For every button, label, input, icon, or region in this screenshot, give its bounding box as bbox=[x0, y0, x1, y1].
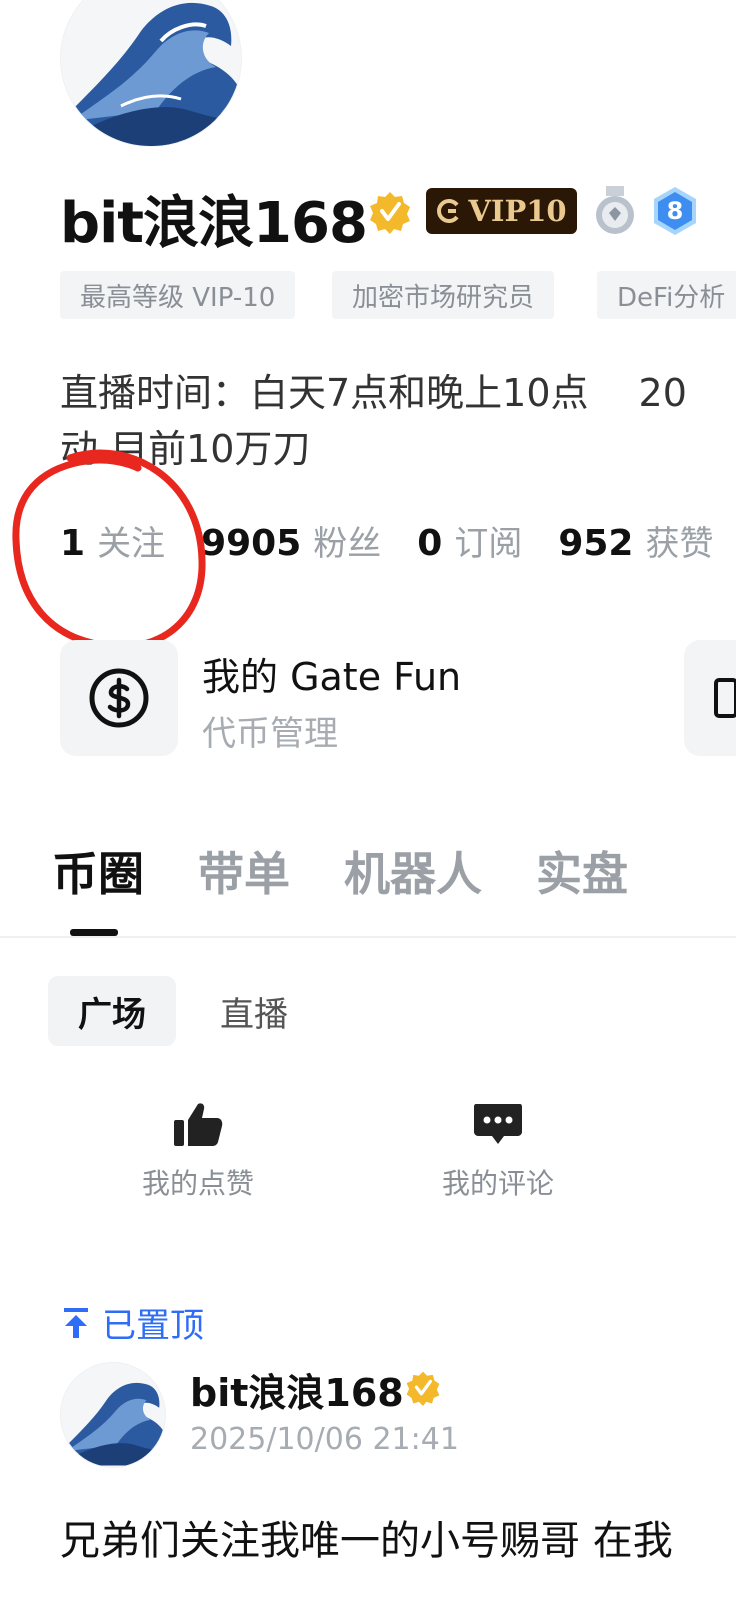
stat-number: 952 bbox=[558, 523, 634, 564]
main-tabs: 币圈 带单 机器人 实盘 bbox=[52, 838, 628, 904]
stat-label: 关注 bbox=[97, 524, 166, 564]
pinned-label: 已置顶 bbox=[102, 1306, 204, 1346]
stat-label: 获赞 bbox=[645, 524, 714, 564]
my-likes-button[interactable]: 我的点赞 bbox=[118, 1100, 278, 1202]
vip-logo-icon bbox=[437, 199, 459, 223]
post-author-name[interactable]: bit浪浪168 bbox=[190, 1362, 404, 1417]
wave-image bbox=[61, 0, 241, 146]
post-content[interactable]: 兄弟们关注我唯一的小号赐哥 在我 bbox=[60, 1508, 673, 1566]
tag-vip-level: 最高等级 VIP-10 bbox=[60, 271, 296, 319]
bio-text-2: 动 目前10万刀 bbox=[60, 427, 311, 471]
wave-image bbox=[61, 1364, 165, 1466]
active-tab-indicator bbox=[70, 929, 118, 936]
stat-number: 9905 bbox=[201, 523, 302, 564]
verified-badge-icon bbox=[370, 192, 410, 234]
my-comments-button[interactable]: 我的评论 bbox=[418, 1100, 578, 1202]
tag-defi: DeFi分析 bbox=[597, 271, 736, 319]
verified-badge-icon bbox=[406, 1371, 440, 1406]
gate-fun-subtitle: 代币管理 bbox=[202, 714, 338, 754]
phone-icon bbox=[714, 678, 736, 718]
tag-researcher: 加密市场研究员 bbox=[332, 271, 555, 319]
tab-crypto-circle[interactable]: 币圈 bbox=[52, 838, 144, 904]
stat-number: 0 bbox=[417, 523, 443, 564]
stat-likes[interactable]: 952 获赞 bbox=[558, 516, 713, 565]
tab-copy-trading[interactable]: 带单 bbox=[198, 838, 290, 904]
post-timestamp: 2025/10/06 21:41 bbox=[190, 1422, 459, 1457]
bio-text-1b: 20 bbox=[638, 371, 687, 415]
stat-followers[interactable]: 9905 粉丝 bbox=[201, 516, 381, 565]
vip-label: VIP10 bbox=[468, 194, 567, 228]
my-comments-label: 我的评论 bbox=[441, 1167, 554, 1200]
level-number: 8 bbox=[666, 197, 684, 225]
vip-badge[interactable]: VIP10 bbox=[426, 188, 577, 234]
pinned-indicator: 已置顶 bbox=[62, 1298, 204, 1347]
stat-label: 订阅 bbox=[454, 524, 523, 564]
subtab-square[interactable]: 广场 bbox=[48, 976, 176, 1046]
gate-fun-title[interactable]: 我的 Gate Fun bbox=[202, 646, 461, 701]
tab-bots[interactable]: 机器人 bbox=[344, 838, 482, 904]
profile-bio: 直播时间：白天7点和晚上10点 20 动 目前10万刀 bbox=[60, 365, 736, 477]
subtab-live[interactable]: 直播 bbox=[202, 976, 306, 1046]
stat-following[interactable]: 1 关注 bbox=[60, 516, 165, 565]
level-badge[interactable]: 8 bbox=[652, 186, 698, 236]
dollar-coin-icon bbox=[89, 668, 149, 728]
bio-text-1a: 直播时间：白天7点和晚上10点 bbox=[60, 371, 589, 415]
post-author-avatar[interactable] bbox=[60, 1362, 166, 1468]
stat-number: 1 bbox=[60, 523, 86, 564]
my-likes-label: 我的点赞 bbox=[141, 1167, 254, 1200]
gate-fun-card-icon[interactable] bbox=[60, 640, 178, 756]
tab-live-account[interactable]: 实盘 bbox=[536, 838, 628, 904]
tabs-divider bbox=[0, 936, 736, 938]
username: bit浪浪168 bbox=[60, 191, 368, 256]
next-card-peek[interactable] bbox=[684, 640, 736, 756]
profile-stats: 1 关注 9905 粉丝 0 订阅 952 获赞 bbox=[60, 516, 736, 566]
silver-medal-icon[interactable] bbox=[594, 186, 636, 236]
stat-label: 粉丝 bbox=[313, 524, 382, 564]
stat-subscriptions[interactable]: 0 订阅 bbox=[417, 516, 522, 565]
profile-avatar[interactable] bbox=[60, 0, 242, 147]
thumbs-up-icon bbox=[174, 1103, 223, 1146]
comment-icon bbox=[474, 1104, 522, 1144]
pin-top-icon bbox=[64, 1307, 88, 1338]
